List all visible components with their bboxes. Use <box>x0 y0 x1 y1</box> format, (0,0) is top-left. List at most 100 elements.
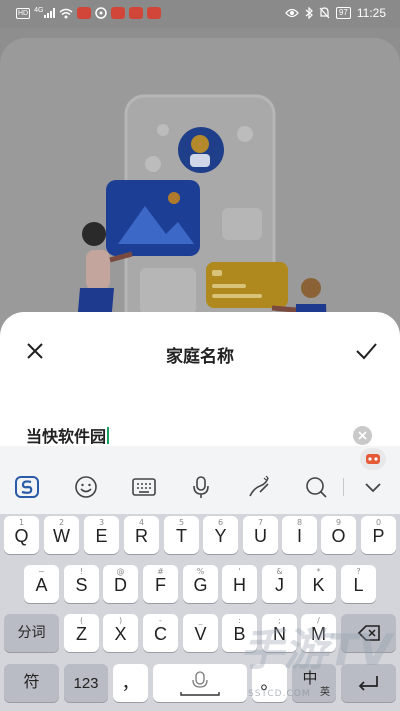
key-y[interactable]: 6Y <box>203 516 238 554</box>
key-e[interactable]: 3E <box>84 516 119 554</box>
keyboard-skin-icon[interactable] <box>360 448 386 470</box>
key-label: ， <box>121 673 140 693</box>
key-label: V <box>194 624 207 644</box>
comma-key[interactable]: ， <box>113 664 148 702</box>
key-label: 分词 <box>17 624 46 640</box>
key-label: E <box>95 526 108 546</box>
key-h[interactable]: ' H <box>222 565 257 603</box>
app-notification-icon <box>147 7 162 19</box>
key-label: S <box>75 575 88 595</box>
enter-icon <box>358 676 378 691</box>
key-s[interactable]: ! S <box>64 565 99 603</box>
key-l[interactable]: ? L <box>341 565 376 603</box>
key-label: B <box>233 624 246 644</box>
space-key[interactable] <box>153 664 247 702</box>
handwriting-icon[interactable] <box>246 474 272 500</box>
app-notification-icon <box>77 7 92 19</box>
key-label: O <box>331 526 346 546</box>
key-c[interactable]: -C <box>143 614 178 652</box>
key-label: J <box>275 575 284 595</box>
signal-icon <box>44 8 56 18</box>
key-label: G <box>193 575 208 595</box>
check-icon[interactable] <box>354 340 378 362</box>
hd-indicator: HD <box>16 7 31 19</box>
key-t[interactable]: 5T <box>164 516 199 554</box>
key-x[interactable]: ) X <box>103 614 138 652</box>
chevron-down-icon[interactable] <box>360 474 386 500</box>
clock: 11:25 <box>356 6 386 20</box>
status-right: 97 11:25 <box>285 6 386 20</box>
keyboard: 1Q 2W 3E 4R 5T 6Y 7U 8I 9O 0P ~ A ! S @ D #… <box>0 446 400 711</box>
family-name-sheet: 家庭名称 当快软件园 <box>0 312 400 450</box>
key-label: L <box>353 575 364 595</box>
mute-icon <box>319 7 330 19</box>
microphone-icon[interactable] <box>188 474 214 500</box>
key-p[interactable]: 0P <box>361 516 396 554</box>
mascot-icon <box>366 454 380 464</box>
language-switch-key[interactable]: 中英 <box>292 664 336 702</box>
fenci-key[interactable]: 分词 <box>4 614 59 652</box>
key-label: T <box>176 526 187 546</box>
key-m[interactable]: / M <box>301 614 336 652</box>
backspace-icon <box>357 625 380 641</box>
key-label: K <box>312 575 325 595</box>
key-g[interactable]: % G <box>183 565 218 603</box>
toolbar-divider <box>343 478 344 496</box>
key-label: U <box>254 526 267 546</box>
key-j[interactable]: & J <box>262 565 297 603</box>
key-z[interactable]: (Z <box>64 614 99 652</box>
key-v[interactable]: _ V <box>183 614 218 652</box>
key-label: 123 <box>73 675 99 692</box>
key-label: M <box>311 624 326 644</box>
key-b[interactable]: :B <box>222 614 257 652</box>
key-sublabel: 英 <box>320 687 330 698</box>
key-label: 。 <box>260 673 279 693</box>
keyboard-keys: 1Q 2W 3E 4R 5T 6Y 7U 8I 9O 0P ~ A ! S @ D #… <box>0 514 400 711</box>
key-label: X <box>114 624 127 644</box>
key-f[interactable]: # F <box>143 565 178 603</box>
key-label: Q <box>14 526 29 546</box>
keyboard-toolbar <box>0 446 400 514</box>
key-i[interactable]: 8I <box>282 516 317 554</box>
key-o[interactable]: 9O <box>321 516 356 554</box>
key-d[interactable]: @ D <box>103 565 138 603</box>
clear-icon <box>358 431 367 440</box>
background-page <box>0 38 400 358</box>
sheet-title: 家庭名称 <box>166 347 234 367</box>
key-n[interactable]: ; N <box>262 614 297 652</box>
symbol-key[interactable]: 符 <box>4 664 59 702</box>
status-bar: HD 4G 97 11:25 <box>0 0 400 28</box>
clear-input-button[interactable] <box>353 426 372 445</box>
key-label: N <box>273 624 286 644</box>
key-label: F <box>155 575 166 595</box>
app-notification-icon <box>111 7 126 19</box>
key-u[interactable]: 7U <box>243 516 278 554</box>
period-key[interactable]: 。 <box>252 664 287 702</box>
key-w[interactable]: 2W <box>44 516 79 554</box>
key-label: C <box>154 624 167 644</box>
key-label: A <box>35 575 48 595</box>
backspace-key[interactable] <box>341 614 396 652</box>
microphone-icon <box>180 671 220 696</box>
text-cursor <box>107 426 110 444</box>
key-label: D <box>114 575 127 595</box>
battery-level: 97 <box>335 7 351 19</box>
network-gen: 4G <box>34 6 44 14</box>
number-key[interactable]: 123 <box>64 664 108 702</box>
wifi-icon <box>59 8 73 18</box>
key-label: P <box>372 526 385 546</box>
family-illustration <box>74 94 328 358</box>
key-a[interactable]: ~ A <box>24 565 59 603</box>
emoji-icon[interactable] <box>73 474 99 500</box>
key-k[interactable]: * K <box>301 565 336 603</box>
search-icon[interactable] <box>303 474 329 500</box>
keyboard-layout-icon[interactable] <box>131 474 157 500</box>
key-label: 符 <box>23 674 40 691</box>
key-q[interactable]: 1Q <box>4 516 39 554</box>
sogou-logo-icon[interactable] <box>14 474 40 500</box>
enter-key[interactable] <box>341 664 396 702</box>
app-notification-icon <box>95 7 108 19</box>
key-label: H <box>233 575 246 595</box>
key-r[interactable]: 4R <box>124 516 159 554</box>
family-name-input[interactable]: 当快软件园 <box>26 424 346 446</box>
